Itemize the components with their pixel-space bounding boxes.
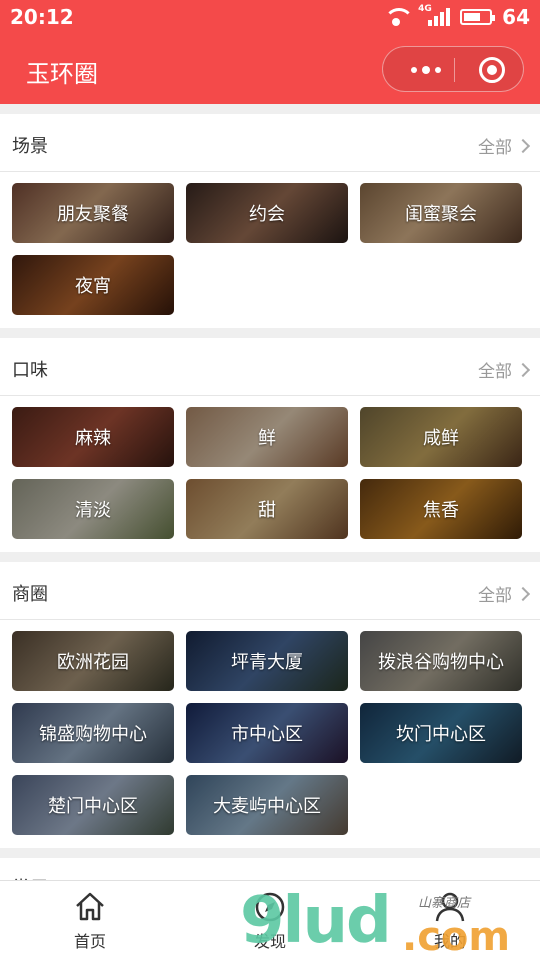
tile-label: 焦香 bbox=[423, 500, 459, 521]
tile-late-night-snack[interactable]: 夜宵 bbox=[12, 255, 174, 315]
user-icon bbox=[435, 892, 465, 922]
status-icons: 4G 64 bbox=[384, 4, 530, 29]
tile-european-garden[interactable]: 欧洲花园 bbox=[12, 631, 174, 691]
tile-girls-party[interactable]: 闺蜜聚会 bbox=[360, 183, 522, 243]
tile-light[interactable]: 清淡 bbox=[12, 479, 174, 539]
tile-label: 咸鲜 bbox=[423, 428, 459, 449]
tile-label: 鲜 bbox=[258, 428, 276, 449]
tab-label: 发现 bbox=[253, 932, 286, 951]
tile-label: 甜 bbox=[258, 500, 276, 521]
home-icon bbox=[76, 892, 104, 921]
tab-label: 我的 bbox=[433, 932, 466, 951]
section-header: 商圈 全部 bbox=[0, 562, 540, 620]
tab-home[interactable]: 首页 bbox=[0, 881, 180, 960]
tile-label: 锦盛购物中心 bbox=[39, 724, 147, 745]
section-header: 场景 全部 bbox=[0, 114, 540, 172]
tile-label: 清淡 bbox=[75, 500, 111, 521]
status-time: 20:12 bbox=[10, 5, 74, 29]
tile-label: 闺蜜聚会 bbox=[405, 204, 477, 225]
tile-fresh[interactable]: 鲜 bbox=[186, 407, 348, 467]
tab-label: 首页 bbox=[73, 932, 106, 951]
nav-bar: 玉环圈 bbox=[0, 34, 540, 104]
chevron-right-icon bbox=[515, 362, 531, 377]
section-scene: 场景 全部 朋友聚餐 约会 闺蜜聚会 夜宵 bbox=[0, 114, 540, 328]
tile-label: 约会 bbox=[249, 204, 285, 225]
tile-savory[interactable]: 咸鲜 bbox=[360, 407, 522, 467]
tile-label: 市中心区 bbox=[231, 724, 303, 745]
tile-label: 坪青大厦 bbox=[231, 652, 303, 673]
tile-chumen-center[interactable]: 楚门中心区 bbox=[12, 775, 174, 835]
tile-jinsheng-mall[interactable]: 锦盛购物中心 bbox=[12, 703, 174, 763]
view-all-link[interactable]: 全部 bbox=[478, 133, 531, 158]
chevron-right-icon bbox=[515, 586, 531, 601]
tile-charred[interactable]: 焦香 bbox=[360, 479, 522, 539]
tab-mine[interactable]: 我的 bbox=[360, 881, 540, 960]
view-all-link[interactable]: 全部 bbox=[478, 581, 531, 606]
tile-kanmen-center[interactable]: 坎门中心区 bbox=[360, 703, 522, 763]
tile-spicy[interactable]: 麻辣 bbox=[12, 407, 174, 467]
section-district: 商圈 全部 欧洲花园 坪青大厦 拨浪谷购物中心 锦盛购物中心 市中心区 坎门中心… bbox=[0, 562, 540, 848]
wifi-icon bbox=[384, 8, 415, 26]
tile-label: 欧洲花园 bbox=[57, 652, 129, 673]
tile-label: 拨浪谷购物中心 bbox=[378, 652, 504, 673]
section-header: 口味 全部 bbox=[0, 338, 540, 396]
tile-label: 大麦屿中心区 bbox=[213, 796, 321, 817]
mini-program-capsule bbox=[382, 46, 524, 92]
tile-label: 坎门中心区 bbox=[396, 724, 486, 745]
tile-friends-dinner[interactable]: 朋友聚餐 bbox=[12, 183, 174, 243]
tile-label: 朋友聚餐 bbox=[57, 204, 129, 225]
tile-sweet[interactable]: 甜 bbox=[186, 479, 348, 539]
tile-label: 夜宵 bbox=[75, 276, 111, 297]
page-title: 玉环圈 bbox=[26, 60, 98, 88]
tile-city-center[interactable]: 市中心区 bbox=[186, 703, 348, 763]
network-type: 4G bbox=[418, 4, 432, 14]
capsule-divider bbox=[454, 58, 455, 82]
section-title: 商圈 bbox=[12, 584, 48, 605]
status-bar: 20:12 4G 64 bbox=[0, 0, 540, 34]
view-all-label: 全部 bbox=[478, 586, 512, 606]
compass-icon bbox=[255, 892, 285, 922]
view-all-label: 全部 bbox=[478, 138, 512, 158]
tile-label: 麻辣 bbox=[75, 428, 111, 449]
tile-label: 楚门中心区 bbox=[48, 796, 138, 817]
close-mini-program-icon[interactable] bbox=[479, 57, 505, 83]
chevron-right-icon bbox=[515, 138, 531, 153]
view-all-label: 全部 bbox=[478, 362, 512, 382]
more-icon[interactable] bbox=[401, 47, 451, 93]
tile-pingqing-tower[interactable]: 坪青大厦 bbox=[186, 631, 348, 691]
battery-percent: 64 bbox=[502, 5, 530, 29]
section-taste: 口味 全部 麻辣 鲜 咸鲜 清淡 甜 焦香 bbox=[0, 338, 540, 552]
tile-damaiyu-center[interactable]: 大麦屿中心区 bbox=[186, 775, 348, 835]
section-title: 口味 bbox=[12, 360, 48, 381]
section-title: 场景 bbox=[12, 136, 48, 157]
tab-bar: 首页 发现 我的 bbox=[0, 880, 540, 960]
signal-icon: 4G bbox=[418, 4, 451, 26]
tab-discover[interactable]: 发现 bbox=[180, 881, 360, 960]
tile-date[interactable]: 约会 bbox=[186, 183, 348, 243]
battery-icon bbox=[460, 9, 496, 25]
view-all-link[interactable]: 全部 bbox=[478, 357, 531, 382]
tile-bolanggu-mall[interactable]: 拨浪谷购物中心 bbox=[360, 631, 522, 691]
